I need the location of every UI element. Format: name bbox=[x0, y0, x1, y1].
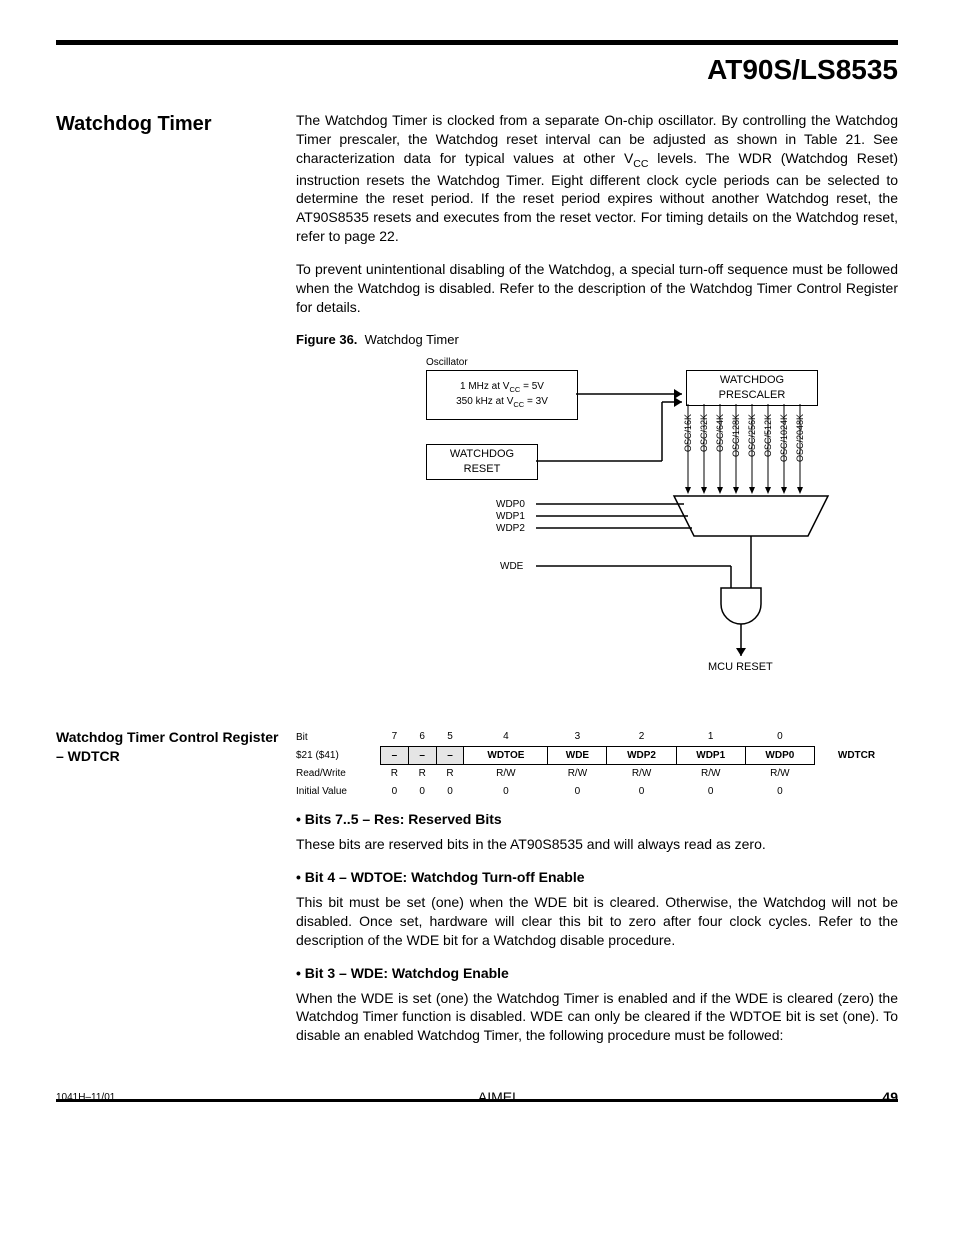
section-heading: Watchdog Timer bbox=[56, 111, 280, 138]
document-title: AT90S/LS8535 bbox=[56, 51, 898, 89]
bit-heading: Bit 3 – WDE: Watchdog Enable bbox=[296, 964, 898, 983]
prescaler-tap-label: OSC/512K bbox=[762, 414, 774, 457]
doc-number: 1041H–11/01 bbox=[56, 1091, 115, 1105]
prescaler-tap-label: OSC/128K bbox=[730, 414, 742, 457]
prescaler-tap-label: OSC/32K bbox=[698, 414, 710, 452]
bit-heading: Bits 7..5 – Res: Reserved Bits bbox=[296, 810, 898, 829]
prescaler-tap-label: OSC/256K bbox=[746, 414, 758, 457]
prescaler-tap-label: OSC/1024K bbox=[778, 414, 790, 462]
bit-description: These bits are reserved bits in the AT90… bbox=[296, 835, 898, 854]
prescaler-tap-label: OSC/16K bbox=[682, 414, 694, 452]
subsection-heading: Watchdog Timer Control Register – WDTCR bbox=[56, 728, 280, 766]
bit-heading: Bit 4 – WDTOE: Watchdog Turn-off Enable bbox=[296, 868, 898, 887]
figure-diagram: Oscillator 1 MHz at VCC = 5V 350 kHz at … bbox=[426, 356, 886, 696]
bit-description: When the WDE is set (one) the Watchdog T… bbox=[296, 989, 898, 1046]
prescaler-tap-label: OSC/64K bbox=[714, 414, 726, 452]
body-paragraph: The Watchdog Timer is clocked from a sep… bbox=[296, 111, 898, 246]
body-paragraph: To prevent unintentional disabling of th… bbox=[296, 260, 898, 317]
top-rule bbox=[56, 40, 898, 45]
wde-label: WDE bbox=[500, 560, 523, 574]
wdp2-label: WDP2 bbox=[496, 522, 525, 536]
register-table: Bit76543210 $21 ($41)–––WDTOEWDEWDP2WDP1… bbox=[296, 728, 898, 800]
page-number: 49 bbox=[882, 1088, 898, 1107]
bit-description: This bit must be set (one) when the WDE … bbox=[296, 893, 898, 950]
figure-caption: Figure 36. Watchdog Timer bbox=[296, 331, 898, 349]
prescaler-tap-label: OSC/2048K bbox=[794, 414, 806, 462]
logo: AIMEL bbox=[478, 1088, 520, 1107]
mcu-reset-label: MCU RESET bbox=[708, 660, 773, 675]
